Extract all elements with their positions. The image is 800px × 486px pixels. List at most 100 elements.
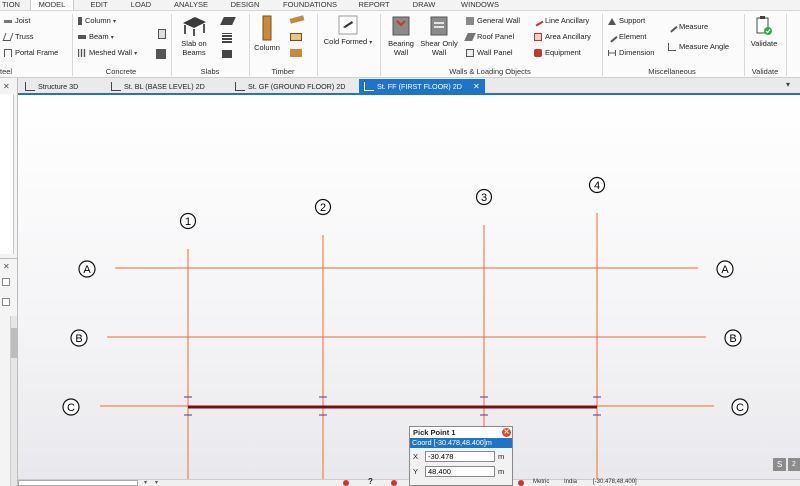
grid-bubble-c-left[interactable]: C <box>62 398 80 416</box>
wall-opening-icon[interactable] <box>156 49 166 59</box>
ribbon-separator <box>317 14 318 76</box>
area-ancillary-button[interactable]: Area Ancillary <box>534 31 591 43</box>
timber-column-icon <box>262 15 272 41</box>
line-ancillary-button[interactable]: Line Ancillary <box>532 15 589 27</box>
close-tab-icon[interactable]: ✕ <box>473 79 480 94</box>
beam-icon <box>78 35 86 40</box>
portal-frame-button[interactable]: Portal Frame <box>4 47 58 59</box>
cold-formed-button[interactable]: Cold Formed ▾ <box>322 15 374 48</box>
portal-frame-icon <box>4 49 12 58</box>
roof-panel-button[interactable]: Roof Panel <box>464 31 514 43</box>
equipment-button[interactable]: Equipment <box>534 47 581 59</box>
menu-tab-draw[interactable]: DRAW <box>404 0 444 10</box>
snap-toggle-icon[interactable] <box>391 480 397 486</box>
menu-tab-load[interactable]: LOAD <box>124 0 158 10</box>
plan-2d-icon <box>111 82 121 91</box>
column-icon <box>78 17 82 26</box>
area-ancillary-icon <box>534 33 542 42</box>
grid-bubble-a-right[interactable]: A <box>716 260 734 278</box>
grid-bubble-c-right[interactable]: C <box>731 398 749 416</box>
tab-ground-floor-2d[interactable]: St. GF (GROUND FLOOR) 2D <box>230 79 366 94</box>
support-button[interactable]: Support <box>608 15 645 27</box>
command-input[interactable] <box>18 480 138 486</box>
wall-panel-button[interactable]: Wall Panel <box>466 47 513 59</box>
concrete-column-button[interactable]: Column ▾ <box>78 15 116 27</box>
dimension-button[interactable]: Dimension <box>608 47 654 59</box>
grid-bubble-1[interactable]: 1 <box>179 212 197 230</box>
slab-on-beams-button[interactable]: Slab on Beams <box>175 15 213 57</box>
measure-angle-button[interactable]: Measure Angle <box>668 41 729 53</box>
y-coordinate-input[interactable] <box>425 466 495 477</box>
timber-truss-icon[interactable] <box>290 33 302 41</box>
group-label-misc: Miscellaneous <box>648 67 696 76</box>
group-label-walls: Walls & Loading Objects <box>449 67 531 76</box>
joist-button[interactable]: Joist <box>4 15 30 27</box>
element-button[interactable]: Element <box>606 31 647 43</box>
tab-first-floor-2d[interactable]: St. FF (FIRST FLOOR) 2D ✕ <box>359 79 485 94</box>
tab-base-level-2d[interactable]: St. BL (BASE LEVEL) 2D <box>106 79 224 94</box>
menu-tab-model[interactable]: MODEL <box>30 0 74 10</box>
svg-text:B: B <box>75 333 82 345</box>
close-panel-icon-2[interactable]: ✕ <box>3 262 10 271</box>
ribbed-slab-icon[interactable] <box>222 33 232 43</box>
panel-checkbox[interactable] <box>2 298 10 306</box>
x-coordinate-input[interactable] <box>425 451 495 462</box>
help-icon[interactable]: ? <box>368 477 373 486</box>
grid-bubble-3[interactable]: 3 <box>475 188 493 206</box>
measure-button[interactable]: Measure <box>666 21 708 33</box>
concrete-beam-button[interactable]: Beam ▾ <box>78 31 114 43</box>
panel-divider <box>0 258 17 259</box>
left-panel: ✕ ✕ <box>0 78 18 486</box>
truss-icon <box>2 33 14 42</box>
grid-bubble-a-left[interactable]: A <box>78 260 96 278</box>
tab-structure-3d[interactable]: Structure 3D <box>20 79 100 94</box>
shear-only-wall-button[interactable]: Shear Only Wall <box>420 15 458 57</box>
panel-checkbox[interactable] <box>2 278 10 286</box>
snap-s-button[interactable]: S <box>773 458 786 471</box>
menu-tab-report[interactable]: REPORT <box>354 0 394 10</box>
grid-bubble-2[interactable]: 2 <box>314 198 332 216</box>
snap-2d-button[interactable]: 2 <box>788 458 800 471</box>
panel-tree <box>0 94 14 254</box>
timber-panel-icon[interactable] <box>290 49 302 57</box>
menu-tab-analyse[interactable]: ANALYSE <box>168 0 214 10</box>
timber-beam-icon[interactable] <box>289 15 305 24</box>
grid-bubble-b-right[interactable]: B <box>724 329 742 347</box>
footing-icon[interactable] <box>158 29 166 39</box>
validate-button[interactable]: Validate <box>748 15 780 48</box>
menu-tab-windows[interactable]: WINDOWS <box>454 0 506 10</box>
menu-tab-foundations[interactable]: FOUNDATIONS <box>276 0 344 10</box>
region-label: India <box>564 479 578 485</box>
group-label-slabs: Slabs <box>200 67 220 76</box>
dialog-title: Pick Point 1 ✕ <box>410 427 512 438</box>
svg-text:3: 3 <box>481 192 487 204</box>
slab-icon[interactable] <box>220 17 236 25</box>
units-label: Metric <box>533 479 550 485</box>
snap-toggle-icon[interactable] <box>343 480 349 486</box>
timber-column-button[interactable]: Column <box>252 15 282 52</box>
tab-list-dropdown-icon[interactable]: ▾ <box>786 80 790 89</box>
general-wall-button[interactable]: General Wall <box>466 15 520 27</box>
slab-region-icon[interactable] <box>222 50 232 58</box>
snap-toggle-icon[interactable] <box>518 480 524 486</box>
close-icon[interactable]: ✕ <box>502 428 511 437</box>
y-unit: m <box>498 467 505 476</box>
truss-button[interactable]: Truss <box>2 31 33 43</box>
menu-tab-edit[interactable]: EDIT <box>84 0 114 10</box>
menu-tab-application[interactable]: TION <box>0 0 22 10</box>
grid-bubble-4[interactable]: 4 <box>588 176 606 194</box>
close-panel-icon[interactable]: ✕ <box>3 82 10 91</box>
meshed-wall-button[interactable]: Meshed Wall ▾ <box>78 47 137 59</box>
ribbon-separator <box>786 14 787 76</box>
line-ancillary-icon <box>532 15 544 27</box>
bearing-wall-button[interactable]: Bearing Wall <box>384 15 418 57</box>
panel-scrollbar[interactable] <box>10 316 17 486</box>
menu-tab-design[interactable]: DESIGN <box>224 0 266 10</box>
support-icon <box>608 17 616 25</box>
x-row: X m <box>410 451 512 463</box>
dropdown-icon[interactable]: ▾ <box>144 479 147 486</box>
coordinate-readout: [-30.478,48.400] <box>593 479 637 485</box>
dropdown-icon-2[interactable]: ▾ <box>155 479 158 486</box>
grid-bubble-b-left[interactable]: B <box>70 329 88 347</box>
svg-text:C: C <box>736 402 744 414</box>
